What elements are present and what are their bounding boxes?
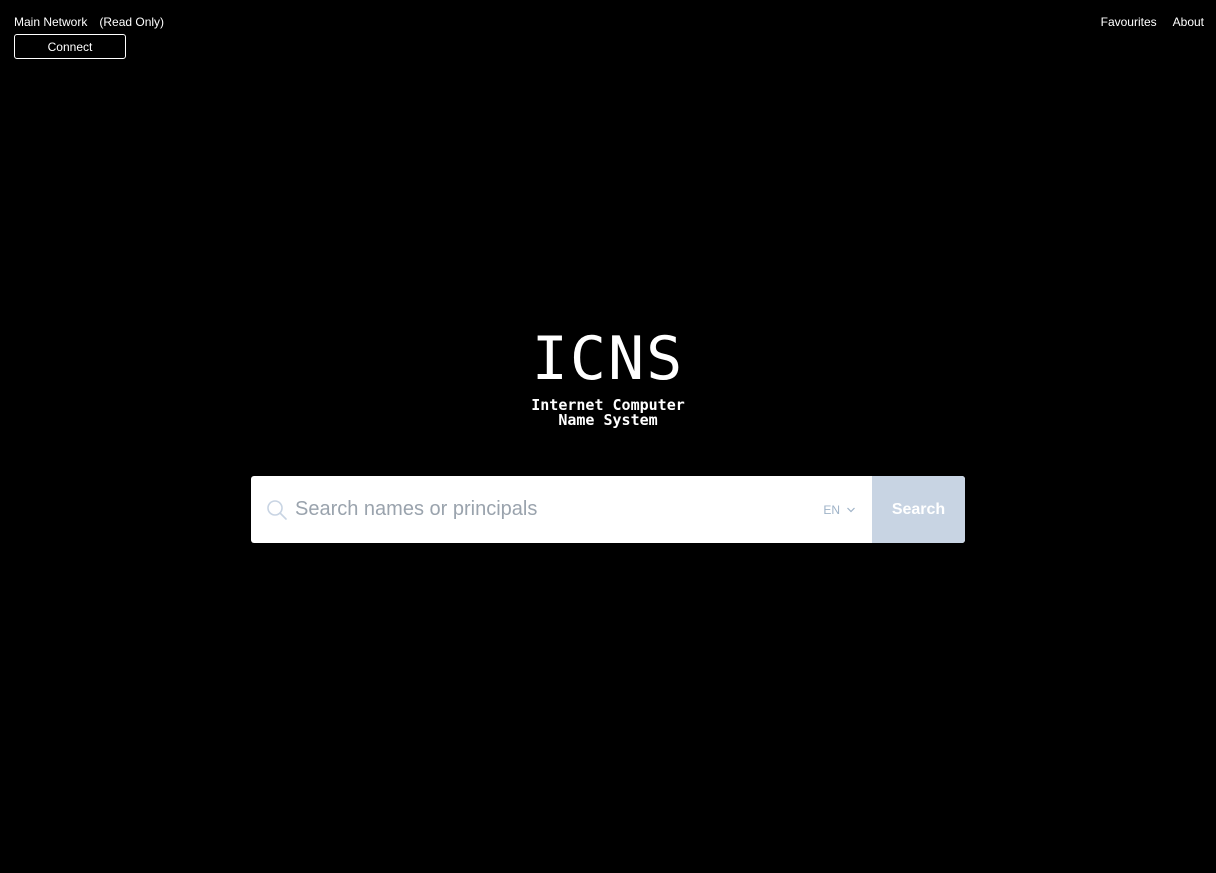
search-icon <box>265 498 289 522</box>
search-bar: EN Search <box>251 476 965 543</box>
network-panel: Main Network (Read Only) Connect <box>14 14 164 59</box>
network-status: Main Network (Read Only) <box>14 14 164 30</box>
nav-favourites-link[interactable]: Favourites <box>1101 14 1157 30</box>
logo: ICNS <box>531 324 685 394</box>
language-select[interactable]: EN <box>823 476 872 543</box>
nav-about-link[interactable]: About <box>1173 14 1204 30</box>
connect-button[interactable]: Connect <box>14 34 126 59</box>
chevron-down-icon <box>847 507 855 512</box>
page: Main Network (Read Only) Connect Favourit… <box>0 0 1216 873</box>
read-only-label: (Read Only) <box>99 15 165 29</box>
brand-block: ICNS Internet Computer Name System <box>0 326 1216 428</box>
network-name: Main Network <box>14 15 88 29</box>
tagline: Internet Computer Name System <box>0 398 1216 428</box>
search-field <box>251 476 823 543</box>
search-button[interactable]: Search <box>872 476 965 543</box>
language-value: EN <box>823 502 840 517</box>
tagline-line-2: Name System <box>558 411 658 429</box>
search-input[interactable] <box>293 497 817 522</box>
top-nav: Favourites About <box>1101 14 1204 30</box>
